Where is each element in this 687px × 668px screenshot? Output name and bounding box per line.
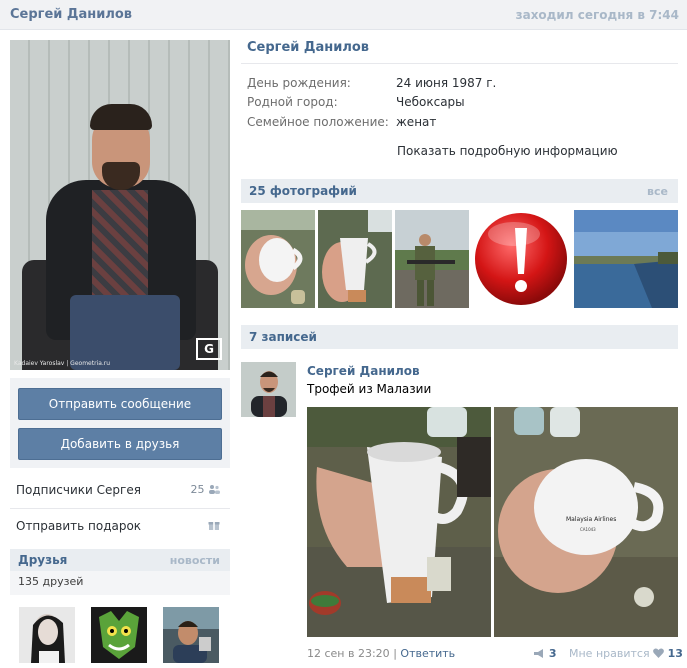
profile-photo[interactable]: G Kadaiev Yaroslav | Geometria.ru — [10, 40, 230, 370]
post-photo[interactable]: Malaysia Airlines CA1043 — [494, 407, 678, 637]
divider — [241, 63, 678, 64]
post-footer: 12 сен в 23:20 | Ответить — [307, 647, 455, 660]
friend-avatar[interactable] — [163, 607, 219, 663]
post-photo[interactable] — [307, 407, 491, 637]
info-row-birthday: День рождения: 24 июня 1987 г. — [247, 76, 496, 90]
footer-separator: | — [393, 647, 397, 660]
profile-name: Сергей Данилов — [247, 40, 370, 55]
photos-all-link[interactable]: все — [647, 185, 668, 198]
post-date[interactable]: 12 сен в 23:20 — [307, 647, 390, 660]
mug-print-text: Malaysia Airlines — [566, 516, 616, 523]
info-key: День рождения: — [247, 76, 351, 90]
friends-header: Друзья новости — [10, 549, 230, 571]
add-friend-button[interactable]: Добавить в друзья — [18, 428, 222, 460]
photos-header: 25 фотографий все — [241, 179, 678, 203]
info-key: Семейное положение: — [247, 115, 389, 129]
profile-name-header[interactable]: Сергей Данилов — [10, 7, 132, 22]
followers-count: 25 — [191, 483, 220, 496]
post-text: Трофей из Малазии — [307, 382, 432, 396]
share-count: 3 — [548, 647, 557, 660]
reply-link[interactable]: Ответить — [400, 647, 455, 660]
post-author-avatar[interactable] — [241, 362, 296, 417]
friend-avatar[interactable] — [19, 607, 75, 663]
wall-header: 7 записей — [241, 325, 678, 349]
info-row-relationship: Семейное положение: женат — [247, 115, 436, 129]
mug-print-code: CA1043 — [580, 527, 596, 532]
photo-thumbnail-warning[interactable] — [472, 210, 570, 308]
friends-count-row: 135 друзей — [10, 571, 230, 595]
send-gift-link[interactable]: Отправить подарок — [10, 508, 230, 544]
info-value[interactable]: Чебоксары — [396, 95, 596, 109]
like-count: 13 — [667, 647, 683, 660]
photo-thumbnail[interactable] — [395, 210, 469, 308]
send-gift-label: Отправить подарок — [16, 519, 142, 533]
photo-thumbnail[interactable] — [241, 210, 315, 308]
top-bar: Сергей Данилов заходил сегодня в 7:44 — [0, 0, 687, 30]
like-label: Мне нравится — [569, 647, 650, 660]
photo-thumbnail[interactable] — [318, 210, 392, 308]
send-message-button[interactable]: Отправить сообщение — [18, 388, 222, 420]
watermark-logo: G — [196, 338, 222, 360]
person-shirt — [92, 190, 148, 300]
person-legs — [70, 295, 180, 370]
friend-avatar[interactable] — [91, 607, 147, 663]
online-status: заходил сегодня в 7:44 — [515, 8, 679, 22]
photo-thumbnail[interactable] — [574, 210, 678, 308]
info-key: Родной город: — [247, 95, 338, 109]
photos-title[interactable]: 25 фотографий — [249, 184, 357, 198]
info-row-hometown: Родной город: Чебоксары — [247, 95, 465, 109]
like-button[interactable]: Мне нравится 13 — [569, 647, 683, 660]
megaphone-icon — [534, 649, 543, 658]
friends-count[interactable]: 135 друзей — [18, 575, 83, 588]
wall-title[interactable]: 7 записей — [249, 330, 317, 344]
friends-news-link[interactable]: новости — [170, 554, 220, 567]
person-hair — [90, 104, 152, 130]
followers-link[interactable]: Подписчики Сергея 25 — [10, 472, 230, 508]
post-author-name[interactable]: Сергей Данилов — [307, 364, 420, 378]
photo-credit: Kadaiev Yaroslav | Geometria.ru — [14, 360, 111, 367]
friends-title[interactable]: Друзья — [18, 553, 67, 567]
info-value[interactable]: 24 июня 1987 г. — [396, 76, 596, 90]
people-icon — [209, 485, 220, 494]
show-more-info-link[interactable]: Показать подробную информацию — [397, 144, 618, 158]
info-value: женат — [396, 115, 437, 129]
followers-label: Подписчики Сергея — [16, 483, 141, 497]
share-button[interactable]: 3 — [534, 647, 557, 660]
action-box: Отправить сообщение Добавить в друзья — [10, 378, 230, 468]
heart-icon — [653, 648, 664, 658]
gift-icon — [208, 519, 220, 534]
